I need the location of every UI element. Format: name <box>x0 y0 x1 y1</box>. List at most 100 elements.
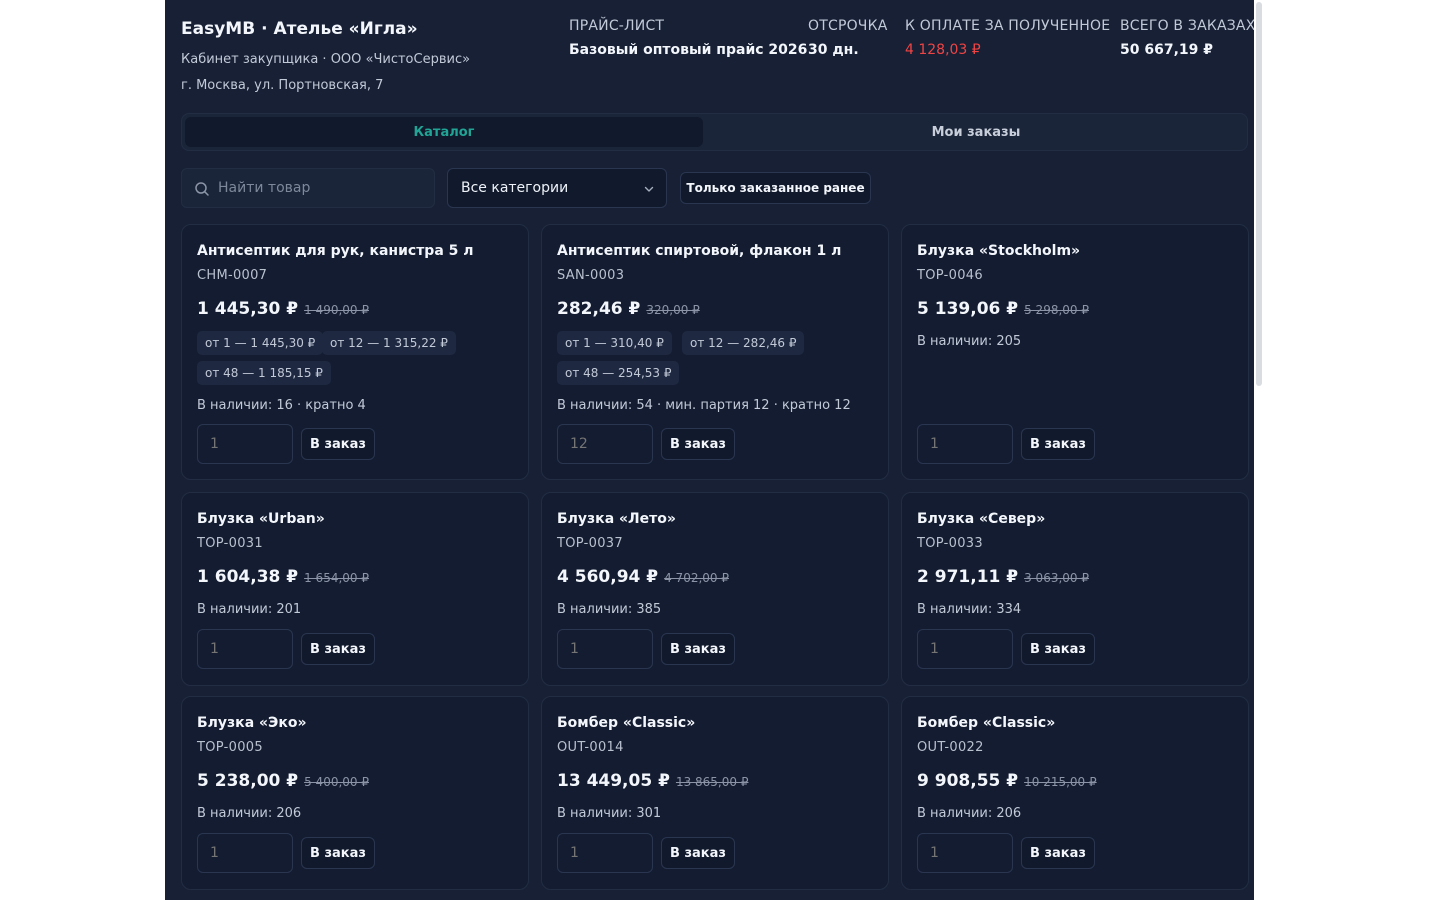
quantity-input[interactable] <box>557 833 653 873</box>
price-row: 5 238,00 ₽ 5 400,00 ₽ <box>197 771 369 791</box>
scrollbar-thumb[interactable] <box>1256 2 1262 386</box>
product-old-price: 5 400,00 ₽ <box>304 775 369 789</box>
product-card: Антисептик для рук, канистра 5 л CHM-0007… <box>181 224 529 480</box>
product-old-price: 1 490,00 ₽ <box>304 303 369 317</box>
stock-info: В наличии: 201 <box>197 602 302 617</box>
due-stat: К ОПЛАТЕ ЗА ПОЛУЧЕННОЕ 4 128,03 ₽ <box>905 18 1110 58</box>
due-label: К ОПЛАТЕ ЗА ПОЛУЧЕННОЕ <box>905 18 1111 34</box>
add-to-order-button[interactable]: В заказ <box>661 633 735 665</box>
deferral-stat: ОТСРОЧКА 30 дн. <box>808 18 888 58</box>
price-row: 5 139,06 ₽ 5 298,00 ₽ <box>917 299 1089 319</box>
ordered-before-filter-button[interactable]: Только заказанное ранее <box>680 172 871 204</box>
total-stat: ВСЕГО В ЗАКАЗАХ 50 667,19 ₽ <box>1120 18 1256 58</box>
product-price: 2 971,11 ₽ <box>917 567 1019 587</box>
deferral-value: 30 дн. <box>808 42 859 58</box>
product-sku: TOP-0046 <box>917 268 983 283</box>
page-title: EasyMB · Ателье «Игла» <box>181 19 418 39</box>
tab-catalog[interactable]: Каталог <box>185 117 703 147</box>
deferral-label: ОТСРОЧКА <box>808 18 888 34</box>
product-card: Антисептик спиртовой, флакон 1 л SAN-0003… <box>541 224 889 480</box>
price-list-stat: ПРАЙС-ЛИСТ Базовый оптовый прайс 2026 <box>569 18 807 58</box>
stock-info: В наличии: 206 <box>917 806 1022 821</box>
scrollbar[interactable] <box>1254 0 1264 900</box>
category-select[interactable]: Все категории <box>447 168 667 208</box>
add-to-order-button[interactable]: В заказ <box>301 428 375 460</box>
quantity-input[interactable] <box>917 833 1013 873</box>
add-to-order-button[interactable]: В заказ <box>1021 633 1095 665</box>
price-list-value: Базовый оптовый прайс 2026 <box>569 42 808 58</box>
add-to-order-button[interactable]: В заказ <box>1021 837 1095 869</box>
product-sku: TOP-0031 <box>197 536 263 551</box>
product-card: Блузка «Лето» TOP-0037 4 560,94 ₽ 4 702,00 … <box>541 492 889 686</box>
product-name: Блузка «Urban» <box>197 511 325 527</box>
product-old-price: 320,00 ₽ <box>646 303 700 317</box>
price-tier-badge: от 48 — 1 185,15 ₽ <box>197 361 331 385</box>
stock-info: В наличии: 385 <box>557 602 662 617</box>
price-row: 1 604,38 ₽ 1 654,00 ₽ <box>197 567 369 587</box>
product-name: Антисептик для рук, канистра 5 л <box>197 243 474 259</box>
product-name: Блузка «Север» <box>917 511 1046 527</box>
product-sku: TOP-0005 <box>197 740 263 755</box>
price-row: 282,46 ₽ 320,00 ₽ <box>557 299 700 319</box>
price-row: 4 560,94 ₽ 4 702,00 ₽ <box>557 567 729 587</box>
search-icon <box>195 182 209 196</box>
stock-info: В наличии: 301 <box>557 806 662 821</box>
product-sku: OUT-0014 <box>557 740 624 755</box>
product-name: Блузка «Лето» <box>557 511 676 527</box>
due-value: 4 128,03 ₽ <box>905 42 981 58</box>
product-name: Бомбер «Classic» <box>917 715 1056 731</box>
price-row: 2 971,11 ₽ 3 063,00 ₽ <box>917 567 1089 587</box>
price-tier-badge: от 1 — 1 445,30 ₽ <box>197 331 324 355</box>
add-to-order-button[interactable]: В заказ <box>301 837 375 869</box>
product-sku: CHM-0007 <box>197 268 268 283</box>
product-name: Антисептик спиртовой, флакон 1 л <box>557 243 842 259</box>
address: г. Москва, ул. Портновская, 7 <box>181 78 384 93</box>
product-sku: TOP-0033 <box>917 536 983 551</box>
product-old-price: 4 702,00 ₽ <box>664 571 729 585</box>
tab-my-orders[interactable]: Мои заказы <box>707 117 1245 147</box>
search-box <box>181 168 435 208</box>
product-price: 1 445,30 ₽ <box>197 299 299 319</box>
product-sku: TOP-0037 <box>557 536 623 551</box>
product-card: Блузка «Stockholm» TOP-0046 5 139,06 ₽ 5 29… <box>901 224 1249 480</box>
price-tier-badge: от 1 — 310,40 ₽ <box>557 331 672 355</box>
header: EasyMB · Ателье «Игла» Кабинет закупщика… <box>181 14 1255 100</box>
quantity-input[interactable] <box>557 424 653 464</box>
stock-info: В наличии: 334 <box>917 602 1022 617</box>
tab-bar: Каталог Мои заказы <box>181 113 1248 151</box>
buyer-cabinet-subtitle: Кабинет закупщика · ООО «ЧистоСервис» <box>181 52 471 67</box>
price-row: 13 449,05 ₽ 13 865,00 ₽ <box>557 771 748 791</box>
price-tier-badge: от 12 — 282,46 ₽ <box>682 331 805 355</box>
product-card: Бомбер «Classic» OUT-0014 13 449,05 ₽ 13 86… <box>541 696 889 890</box>
product-card: Бомбер «Classic» OUT-0022 9 908,55 ₽ 10 215… <box>901 696 1249 890</box>
app-window: EasyMB · Ателье «Игла» Кабинет закупщика… <box>165 0 1264 900</box>
product-card: Блузка «Urban» TOP-0031 1 604,38 ₽ 1 654,00… <box>181 492 529 686</box>
chevron-down-icon <box>644 186 654 192</box>
add-to-order-button[interactable]: В заказ <box>661 428 735 460</box>
search-input[interactable] <box>218 169 428 207</box>
product-old-price: 13 865,00 ₽ <box>675 775 749 789</box>
price-tier-badge: от 12 — 1 315,22 ₽ <box>322 331 456 355</box>
product-sku: SAN-0003 <box>557 268 625 283</box>
stock-info: В наличии: 16 · кратно 4 <box>197 398 366 413</box>
product-price: 5 139,06 ₽ <box>917 299 1019 319</box>
add-to-order-button[interactable]: В заказ <box>301 633 375 665</box>
product-name: Блузка «Stockholm» <box>917 243 1081 259</box>
quantity-input[interactable] <box>197 833 293 873</box>
stock-info: В наличии: 206 <box>197 806 302 821</box>
quantity-input[interactable] <box>917 424 1013 464</box>
quantity-input[interactable] <box>557 629 653 669</box>
quantity-input[interactable] <box>917 629 1013 669</box>
product-price: 4 560,94 ₽ <box>557 567 659 587</box>
product-price: 1 604,38 ₽ <box>197 567 299 587</box>
add-to-order-button[interactable]: В заказ <box>1021 428 1095 460</box>
product-card: Блузка «Север» TOP-0033 2 971,11 ₽ 3 063,00… <box>901 492 1249 686</box>
quantity-input[interactable] <box>197 424 293 464</box>
product-sku: OUT-0022 <box>917 740 984 755</box>
quantity-input[interactable] <box>197 629 293 669</box>
product-old-price: 1 654,00 ₽ <box>304 571 369 585</box>
add-to-order-button[interactable]: В заказ <box>661 837 735 869</box>
stock-info: В наличии: 205 <box>917 334 1022 349</box>
product-price: 13 449,05 ₽ <box>557 771 670 791</box>
product-old-price: 5 298,00 ₽ <box>1024 303 1089 317</box>
